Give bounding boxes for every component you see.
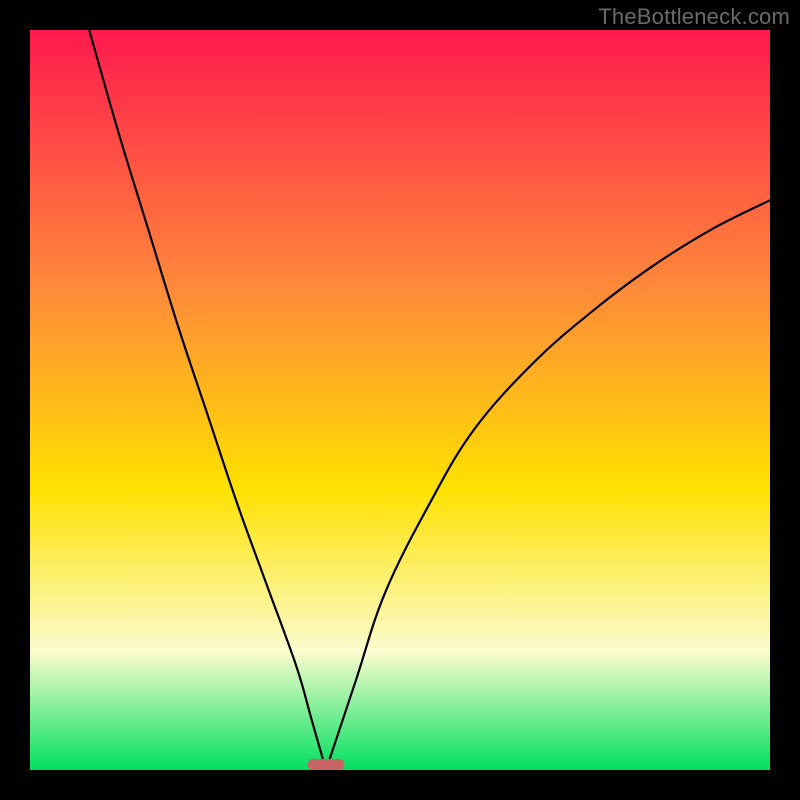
gradient-background bbox=[30, 30, 770, 770]
watermark-text: TheBottleneck.com bbox=[598, 4, 790, 30]
chart-plot bbox=[30, 30, 770, 770]
chart-frame bbox=[30, 30, 770, 770]
minimum-marker bbox=[308, 759, 345, 770]
